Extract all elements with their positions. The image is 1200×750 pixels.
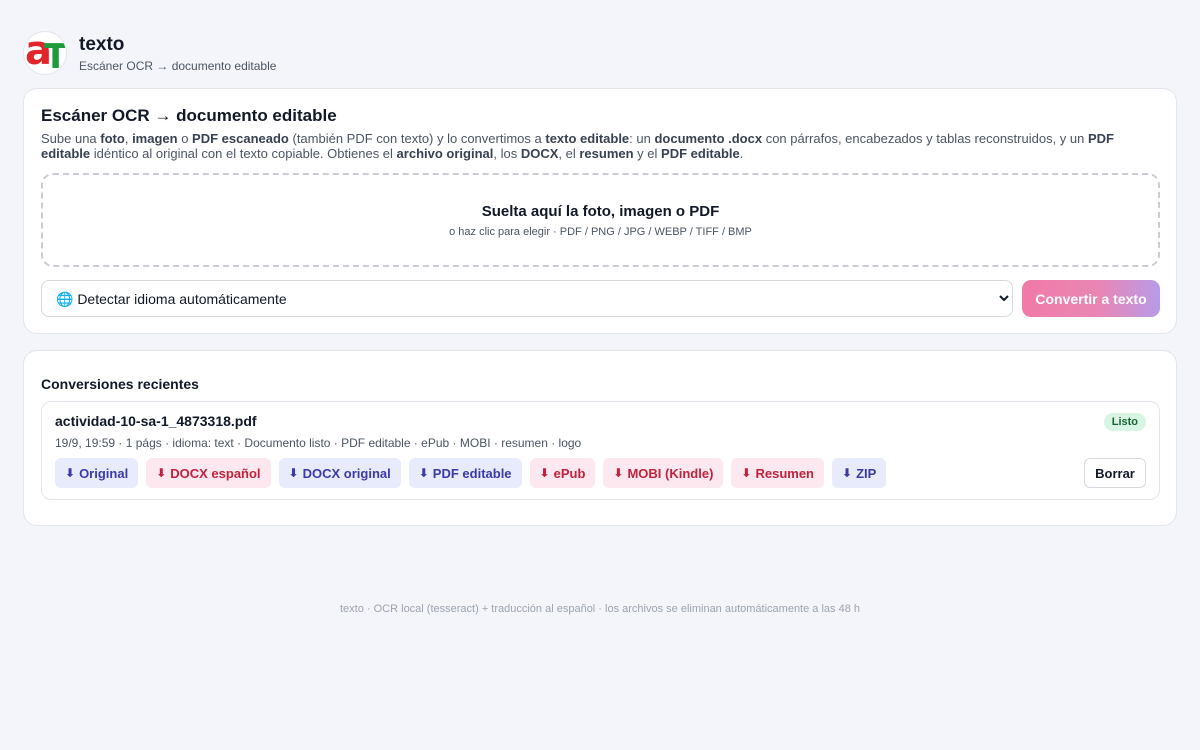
- description-text: (también PDF con texto) y lo convertimos…: [288, 131, 546, 146]
- description-emphasis: archivo original: [396, 146, 494, 161]
- download-icon: ⬇: [65, 466, 76, 480]
- conversion-item: actividad-10-sa-1_4873318.pdf Listo 19/9…: [41, 401, 1160, 500]
- description-text: idéntico al original con el texto copiab…: [90, 146, 397, 161]
- download-label: PDF editable: [432, 465, 512, 481]
- description-text: o: [177, 131, 193, 146]
- brand-block: texto Escáner OCR → documento editable: [79, 34, 276, 73]
- download-label: DOCX original: [302, 465, 391, 481]
- description-text: , el: [558, 146, 580, 161]
- convert-button[interactable]: Convertir a texto: [1022, 280, 1160, 317]
- download-icon: ⬇: [418, 466, 429, 480]
- description-emphasis: foto: [100, 131, 125, 146]
- status-badge: Listo: [1103, 413, 1146, 431]
- download-label: ePub: [553, 465, 586, 481]
- file-meta: 19/9, 19:59 · 1 págs · idioma: text · Do…: [55, 436, 582, 450]
- upload-card: Escáner OCR → documento editable Sube un…: [23, 88, 1177, 334]
- description-emphasis: PDF editable: [661, 146, 740, 161]
- app-title: texto: [79, 33, 125, 55]
- dropzone-title: Suelta aquí la foto, imagen o PDF: [481, 202, 720, 220]
- download-docx-spanish-button[interactable]: ⬇ DOCX español: [146, 458, 271, 488]
- download-icon: ⬇: [613, 466, 624, 480]
- upload-title: Escáner OCR → documento editable: [41, 106, 337, 125]
- description-emphasis: documento .docx: [654, 131, 763, 146]
- recent-title: Conversiones recientes: [41, 376, 199, 392]
- description-emphasis: imagen: [132, 131, 178, 146]
- footer-note: texto · OCR local (tesseract) + traducci…: [340, 603, 860, 615]
- download-label: DOCX español: [170, 465, 261, 481]
- description-emphasis: resumen: [579, 146, 634, 161]
- download-icon: ⬇: [539, 466, 550, 480]
- download-summary-button[interactable]: ⬇ Resumen: [731, 458, 824, 488]
- download-icon: ⬇: [842, 466, 853, 480]
- description-text: Sube una: [41, 131, 101, 146]
- download-actions: ⬇ Original ⬇ DOCX español ⬇ DOCX original ⬇ PDF…: [55, 458, 887, 488]
- description-text: ,: [124, 131, 133, 146]
- file-name: actividad-10-sa-1_4873318.pdf: [55, 413, 257, 429]
- description-text: , los: [493, 146, 521, 161]
- app-subtitle: Escáner OCR → documento editable: [79, 58, 277, 73]
- download-docx-original-button[interactable]: ⬇ DOCX original: [278, 458, 401, 488]
- download-zip-button[interactable]: ⬇ ZIP: [832, 458, 887, 488]
- description-emphasis: PDF escaneado: [192, 131, 289, 146]
- download-pdf-editable-button[interactable]: ⬇ PDF editable: [408, 458, 522, 488]
- description-text: y el: [633, 146, 662, 161]
- download-icon: ⬇: [288, 466, 299, 480]
- download-label: Original: [79, 465, 129, 481]
- description-text: con párrafos, encabezados y tablas recon…: [762, 131, 1088, 146]
- download-icon: ⬇: [156, 466, 167, 480]
- download-label: Resumen: [755, 465, 814, 481]
- download-mobi-button[interactable]: ⬇ MOBI (Kindle): [603, 458, 724, 488]
- download-epub-button[interactable]: ⬇ ePub: [529, 458, 596, 488]
- description-text: : un: [629, 131, 655, 146]
- app-logo: a T: [23, 31, 67, 75]
- logo-letter-t: T: [44, 37, 67, 75]
- dropzone-subtitle: o haz clic para elegir · PDF / PNG / JPG…: [449, 225, 752, 238]
- download-icon: ⬇: [741, 466, 752, 480]
- description-emphasis: texto editable: [545, 131, 630, 146]
- description-emphasis: DOCX: [520, 146, 559, 161]
- download-label: ZIP: [856, 465, 877, 481]
- language-select[interactable]: 🌐 Detectar idioma automáticamente: [41, 280, 1013, 317]
- delete-button[interactable]: Borrar: [1084, 458, 1146, 488]
- recent-conversions-card: Conversiones recientes actividad-10-sa-1…: [23, 350, 1177, 526]
- download-label: MOBI (Kindle): [627, 465, 714, 481]
- app-header: a T texto Escáner OCR → documento editab…: [23, 31, 276, 75]
- file-dropzone[interactable]: Suelta aquí la foto, imagen o PDF o haz …: [41, 173, 1160, 267]
- description-text: .: [739, 146, 744, 161]
- download-original-button[interactable]: ⬇ Original: [55, 458, 139, 488]
- upload-description: Sube una foto, imagen o PDF escaneado (t…: [41, 131, 1156, 161]
